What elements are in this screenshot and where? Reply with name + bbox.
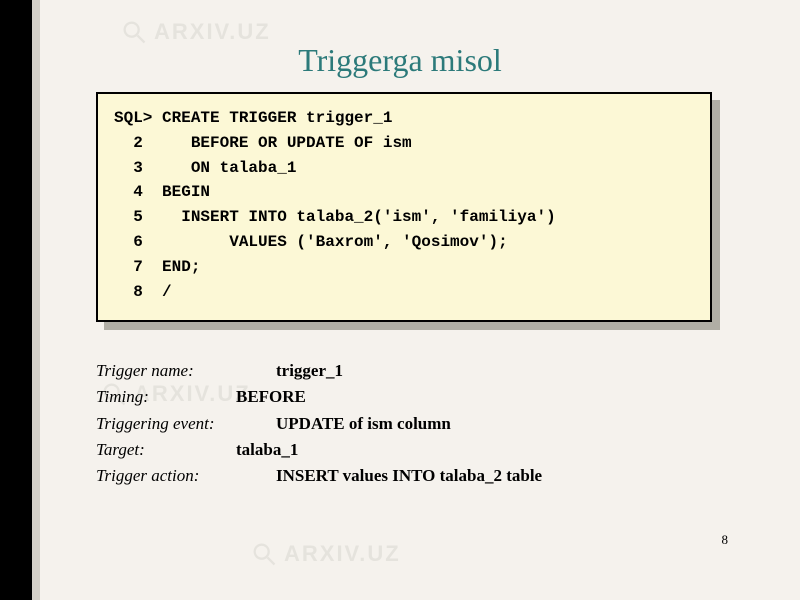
watermark: ARXIV.UZ	[250, 540, 401, 568]
slide-left-border-inner	[32, 0, 40, 600]
detail-row-event: Triggering event: UPDATE of ism column	[96, 411, 542, 437]
code-line: SQL> CREATE TRIGGER trigger_1	[114, 109, 392, 127]
code-line: 5 INSERT INTO talaba_2('ism', 'familiya'…	[114, 208, 556, 226]
detail-row-timing: Timing: BEFORE	[96, 384, 542, 410]
code-line: 6 VALUES ('Baxrom', 'Qosimov');	[114, 233, 508, 251]
code-line: 7 END;	[114, 258, 200, 276]
detail-row-target: Target: talaba_1	[96, 437, 542, 463]
watermark-text: ARXIV.UZ	[284, 541, 401, 566]
page-number: 8	[722, 532, 729, 548]
detail-value: UPDATE of ism column	[276, 411, 451, 437]
watermark-text: ARXIV.UZ	[154, 19, 271, 44]
detail-label: Trigger name:	[96, 358, 276, 384]
detail-label: Triggering event:	[96, 411, 276, 437]
detail-value: INSERT values INTO talaba_2 table	[276, 463, 542, 489]
trigger-details: Trigger name: trigger_1 Timing: BEFORE T…	[96, 358, 542, 490]
detail-value: talaba_1	[236, 437, 298, 463]
code-line: 4 BEGIN	[114, 183, 210, 201]
detail-value: trigger_1	[276, 358, 343, 384]
code-line: 8 /	[114, 283, 172, 301]
detail-label: Trigger action:	[96, 463, 276, 489]
code-box: SQL> CREATE TRIGGER trigger_1 2 BEFORE O…	[96, 92, 712, 322]
detail-row-action: Trigger action: INSERT values INTO talab…	[96, 463, 542, 489]
code-line: 3 ON talaba_1	[114, 159, 296, 177]
detail-row-trigger-name: Trigger name: trigger_1	[96, 358, 542, 384]
detail-value: BEFORE	[236, 384, 306, 410]
code-line: 2 BEFORE OR UPDATE OF ism	[114, 134, 412, 152]
slide-left-border	[0, 0, 32, 600]
slide-title: Triggerga misol	[0, 42, 800, 79]
